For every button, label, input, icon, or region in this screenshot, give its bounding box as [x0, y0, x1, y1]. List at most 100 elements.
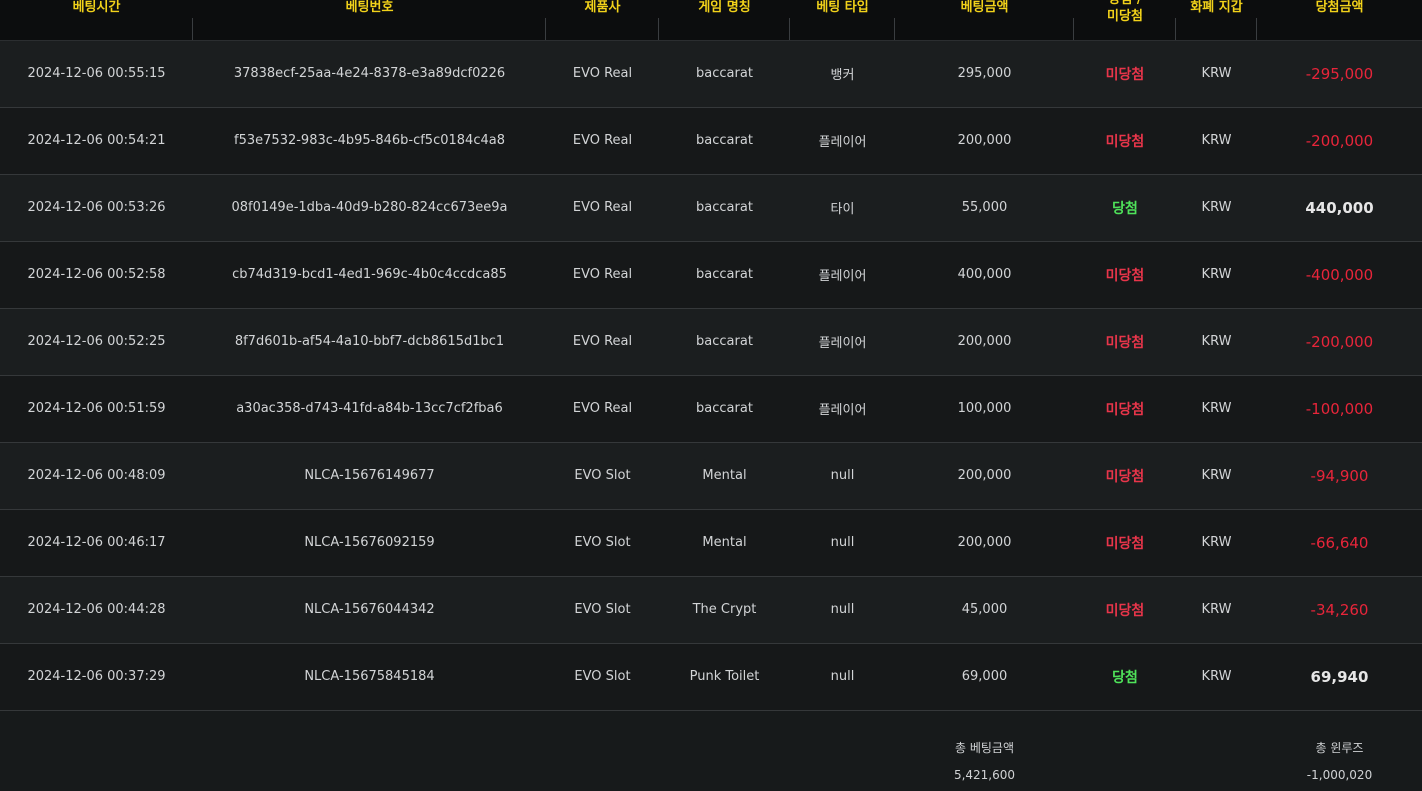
result-cell: 미당첨 [1074, 509, 1176, 577]
bet-type-cell: 플레이어 [790, 107, 895, 175]
result-cell: 미당첨 [1074, 308, 1176, 376]
header-bet-id: 베팅번호 [193, 0, 546, 41]
table-row: 2024-12-06 00:37:29 NLCA-15675845184 EVO S… [0, 643, 1422, 711]
win-amount-cell: -94,900 [1257, 442, 1422, 510]
table-row: 2024-12-06 00:44:28 NLCA-15676044342 EVO S… [0, 576, 1422, 644]
bet-amount-cell: 295,000 [895, 40, 1074, 108]
bet-type-cell: null [790, 643, 895, 711]
game-name-cell: Mental [659, 442, 790, 510]
provider-cell: EVO Real [546, 174, 659, 242]
table-row: 2024-12-06 00:48:09 NLCA-15676149677 EVO S… [0, 442, 1422, 510]
bet-amount-cell: 200,000 [895, 308, 1074, 376]
header-bet-type: 베팅 타입 [790, 0, 895, 41]
provider-cell: EVO Slot [546, 509, 659, 577]
game-name-cell: baccarat [659, 40, 790, 108]
win-amount-cell: -66,640 [1257, 509, 1422, 577]
bet-amount-cell: 200,000 [895, 442, 1074, 510]
provider-cell: EVO Real [546, 308, 659, 376]
game-name-cell: baccarat [659, 375, 790, 443]
provider-cell: EVO Real [546, 40, 659, 108]
result-cell: 미당첨 [1074, 375, 1176, 443]
bet-id-cell: NLCA-15676092159 [193, 509, 546, 577]
bet-amount-cell: 200,000 [895, 509, 1074, 577]
bet-history-table: 베팅시간 베팅번호 제품사 게임 명칭 베팅 타입 베팅금액 당첨 /미당첨 화… [0, 0, 1422, 790]
totals-value-row: 5,421,600 -1,000,020 [0, 766, 1422, 790]
header-bet-time: 베팅시간 [0, 0, 193, 41]
header-win-amount: 당첨금액 [1257, 0, 1422, 41]
result-cell: 당첨 [1074, 643, 1176, 711]
bet-amount-cell: 45,000 [895, 576, 1074, 644]
bet-type-cell: null [790, 509, 895, 577]
header-currency: 화폐 지갑 [1176, 0, 1257, 41]
bet-amount-cell: 69,000 [895, 643, 1074, 711]
provider-cell: EVO Real [546, 241, 659, 309]
bet-time-cell: 2024-12-06 00:46:17 [0, 509, 193, 577]
bet-time-cell: 2024-12-06 00:54:21 [0, 107, 193, 175]
provider-cell: EVO Real [546, 375, 659, 443]
bet-id-cell: NLCA-15675845184 [193, 643, 546, 711]
provider-cell: EVO Slot [546, 442, 659, 510]
win-amount-cell: -200,000 [1257, 107, 1422, 175]
currency-cell: KRW [1176, 174, 1257, 242]
result-cell: 미당첨 [1074, 241, 1176, 309]
total-winloss-value: -1,000,020 [1306, 768, 1373, 782]
total-winloss-label: 총 윈루즈 [1315, 741, 1364, 755]
currency-cell: KRW [1176, 40, 1257, 108]
game-name-cell: The Crypt [659, 576, 790, 644]
bet-amount-cell: 400,000 [895, 241, 1074, 309]
win-amount-cell: -400,000 [1257, 241, 1422, 309]
currency-cell: KRW [1176, 107, 1257, 175]
bet-time-cell: 2024-12-06 00:51:59 [0, 375, 193, 443]
bet-amount-cell: 200,000 [895, 107, 1074, 175]
table-header-row: 베팅시간 베팅번호 제품사 게임 명칭 베팅 타입 베팅금액 당첨 /미당첨 화… [0, 0, 1422, 41]
bet-history-panel: 베팅시간 베팅번호 제품사 게임 명칭 베팅 타입 베팅금액 당첨 /미당첨 화… [0, 0, 1422, 791]
table-row: 2024-12-06 00:54:21 f53e7532-983c-4b95-84… [0, 107, 1422, 175]
currency-cell: KRW [1176, 509, 1257, 577]
bet-amount-cell: 55,000 [895, 174, 1074, 242]
bet-id-cell: 08f0149e-1dba-40d9-b280-824cc673ee9a [193, 174, 546, 242]
bet-type-cell: 타이 [790, 174, 895, 242]
header-provider: 제품사 [546, 0, 659, 41]
currency-cell: KRW [1176, 375, 1257, 443]
game-name-cell: baccarat [659, 308, 790, 376]
header-game-name: 게임 명칭 [659, 0, 790, 41]
table-row: 2024-12-06 00:53:26 08f0149e-1dba-40d9-b2… [0, 174, 1422, 242]
bet-id-cell: 8f7d601b-af54-4a10-bbf7-dcb8615d1bc1 [193, 308, 546, 376]
currency-cell: KRW [1176, 576, 1257, 644]
bet-time-cell: 2024-12-06 00:44:28 [0, 576, 193, 644]
currency-cell: KRW [1176, 442, 1257, 510]
bet-type-cell: null [790, 442, 895, 510]
result-cell: 당첨 [1074, 174, 1176, 242]
provider-cell: EVO Slot [546, 643, 659, 711]
bet-id-cell: cb74d319-bcd1-4ed1-969c-4b0c4ccdca85 [193, 241, 546, 309]
totals-label-row: 총 베팅금액 총 윈루즈 [0, 710, 1422, 766]
bet-id-cell: f53e7532-983c-4b95-846b-cf5c0184c4a8 [193, 107, 546, 175]
win-amount-cell: -34,260 [1257, 576, 1422, 644]
currency-cell: KRW [1176, 308, 1257, 376]
total-bet-value: 5,421,600 [953, 768, 1016, 782]
win-amount-cell: 69,940 [1257, 643, 1422, 711]
header-bet-amount: 베팅금액 [895, 0, 1074, 41]
result-cell: 미당첨 [1074, 576, 1176, 644]
bet-type-cell: 플레이어 [790, 375, 895, 443]
game-name-cell: baccarat [659, 107, 790, 175]
table-row: 2024-12-06 00:52:58 cb74d319-bcd1-4ed1-96… [0, 241, 1422, 309]
total-bet-label: 총 베팅금액 [954, 741, 1014, 755]
game-name-cell: baccarat [659, 174, 790, 242]
result-cell: 미당첨 [1074, 40, 1176, 108]
win-amount-cell: -200,000 [1257, 308, 1422, 376]
bet-id-cell: a30ac358-d743-41fd-a84b-13cc7cf2fba6 [193, 375, 546, 443]
provider-cell: EVO Slot [546, 576, 659, 644]
bet-time-cell: 2024-12-06 00:52:25 [0, 308, 193, 376]
win-amount-cell: -295,000 [1257, 40, 1422, 108]
result-cell: 미당첨 [1074, 442, 1176, 510]
header-result: 당첨 /미당첨 [1074, 0, 1176, 41]
provider-cell: EVO Real [546, 107, 659, 175]
bet-time-cell: 2024-12-06 00:55:15 [0, 40, 193, 108]
win-amount-cell: -100,000 [1257, 375, 1422, 443]
bet-id-cell: NLCA-15676149677 [193, 442, 546, 510]
bet-amount-cell: 100,000 [895, 375, 1074, 443]
bet-id-cell: 37838ecf-25aa-4e24-8378-e3a89dcf0226 [193, 40, 546, 108]
table-row: 2024-12-06 00:46:17 NLCA-15676092159 EVO S… [0, 509, 1422, 577]
bet-time-cell: 2024-12-06 00:52:58 [0, 241, 193, 309]
